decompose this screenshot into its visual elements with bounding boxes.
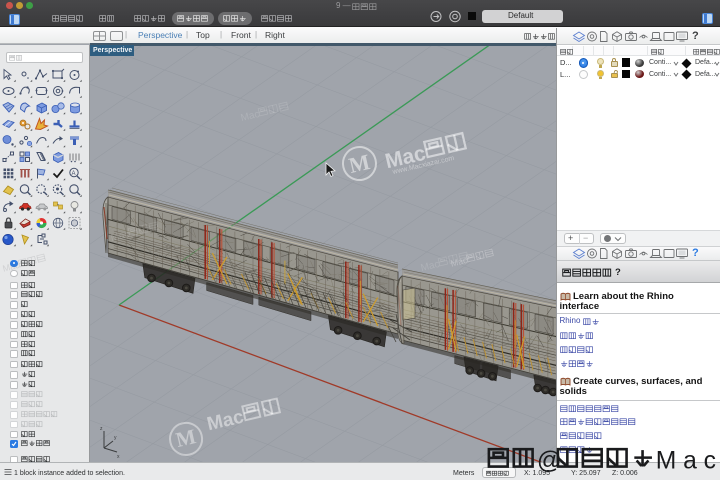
svg-text:A: A [72,171,76,177]
svg-text:M a c: M a c [656,447,716,474]
svg-text:y: y [114,435,117,441]
svg-text:Mac: Mac [2,260,21,274]
svg-text:x: x [117,454,120,460]
svg-text:z: z [100,426,103,432]
